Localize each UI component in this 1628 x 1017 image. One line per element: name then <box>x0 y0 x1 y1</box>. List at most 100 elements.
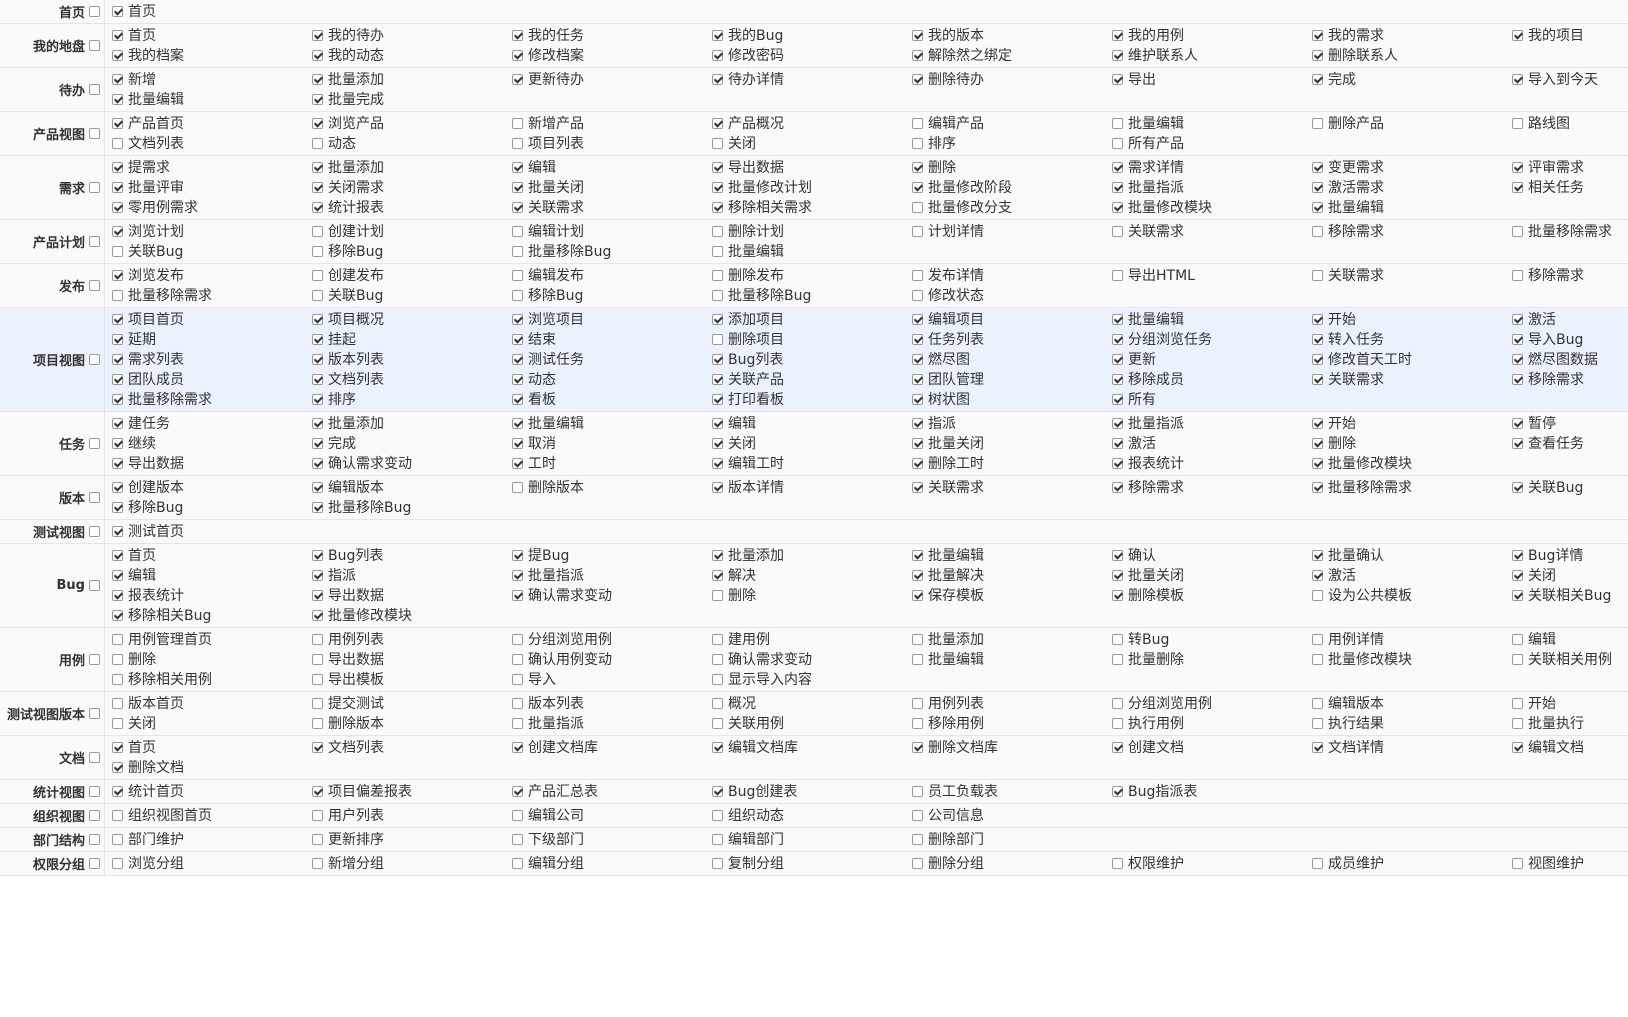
permission-checkbox[interactable] <box>912 437 923 449</box>
permission-item[interactable]: 路线图 <box>1512 113 1628 133</box>
permission-item[interactable]: 提需求 <box>112 157 312 177</box>
permission-checkbox[interactable] <box>912 697 923 709</box>
permission-item[interactable]: 删除 <box>912 157 1112 177</box>
permission-item[interactable]: 报表统计 <box>112 585 312 605</box>
permission-checkbox[interactable] <box>712 673 723 685</box>
permission-checkbox[interactable] <box>712 393 723 405</box>
permission-item[interactable]: 删除项目 <box>712 329 912 349</box>
permission-item[interactable]: 关联需求 <box>912 477 1112 497</box>
permission-item[interactable]: 文档列表 <box>312 369 512 389</box>
permission-checkbox[interactable] <box>312 697 323 709</box>
permission-checkbox[interactable] <box>1512 225 1523 237</box>
permission-item[interactable]: Bug指派表 <box>1112 781 1312 801</box>
permission-checkbox[interactable] <box>512 741 523 753</box>
permission-checkbox[interactable] <box>1112 549 1123 561</box>
permission-checkbox[interactable] <box>112 117 123 129</box>
group-select-all-checkbox[interactable] <box>89 654 100 665</box>
permission-checkbox[interactable] <box>512 697 523 709</box>
permission-item[interactable]: 打印看板 <box>712 389 912 409</box>
permission-item[interactable]: 批量执行 <box>1512 713 1628 733</box>
permission-item[interactable]: 员工负载表 <box>912 781 1112 801</box>
permission-item[interactable]: 指派 <box>312 565 512 585</box>
permission-checkbox[interactable] <box>1112 73 1123 85</box>
permission-checkbox[interactable] <box>912 833 923 845</box>
permission-item[interactable]: 编辑项目 <box>912 309 1112 329</box>
permission-checkbox[interactable] <box>112 137 123 149</box>
permission-item[interactable]: 提Bug <box>512 545 712 565</box>
permission-item[interactable]: 创建文档 <box>1112 737 1312 757</box>
permission-item[interactable]: 创建计划 <box>312 221 512 241</box>
permission-item[interactable]: 延期 <box>112 329 312 349</box>
permission-item[interactable]: 燃尽图数据 <box>1512 349 1628 369</box>
permission-item[interactable]: 项目偏差报表 <box>312 781 512 801</box>
permission-item[interactable]: 删除版本 <box>512 477 712 497</box>
permission-checkbox[interactable] <box>712 269 723 281</box>
permission-checkbox[interactable] <box>1312 313 1323 325</box>
group-select-all-checkbox[interactable] <box>89 6 100 17</box>
permission-item[interactable]: 相关任务 <box>1512 177 1628 197</box>
permission-checkbox[interactable] <box>1512 417 1523 429</box>
permission-checkbox[interactable] <box>112 633 123 645</box>
permission-item[interactable]: 编辑版本 <box>1312 693 1512 713</box>
permission-item[interactable]: 浏览计划 <box>112 221 312 241</box>
permission-checkbox[interactable] <box>512 717 523 729</box>
permission-item[interactable]: 关联需求 <box>1312 369 1512 389</box>
permission-item[interactable]: 删除文档 <box>112 757 312 777</box>
permission-checkbox[interactable] <box>912 589 923 601</box>
permission-item[interactable]: 测试首页 <box>112 521 312 541</box>
permission-item[interactable]: 批量指派 <box>512 565 712 585</box>
permission-item[interactable]: 所有 <box>1112 389 1312 409</box>
permission-checkbox[interactable] <box>312 633 323 645</box>
permission-checkbox[interactable] <box>1312 437 1323 449</box>
permission-item[interactable]: 批量评审 <box>112 177 312 197</box>
permission-checkbox[interactable] <box>1312 117 1323 129</box>
permission-item[interactable]: 激活 <box>1512 309 1628 329</box>
permission-checkbox[interactable] <box>1112 457 1123 469</box>
permission-item[interactable]: 导出数据 <box>312 585 512 605</box>
permission-item[interactable]: 批量修改分支 <box>912 197 1112 217</box>
permission-item[interactable]: 移除用例 <box>912 713 1112 733</box>
permission-checkbox[interactable] <box>1512 481 1523 493</box>
permission-item[interactable]: 所有产品 <box>1112 133 1312 153</box>
permission-item[interactable]: 开始 <box>1512 693 1628 713</box>
permission-item[interactable]: 版本详情 <box>712 477 912 497</box>
permission-checkbox[interactable] <box>312 741 323 753</box>
permission-item[interactable]: 批量移除需求 <box>1512 221 1628 241</box>
permission-item[interactable]: 用例列表 <box>912 693 1112 713</box>
permission-item[interactable]: 批量移除Bug <box>312 497 512 517</box>
permission-item[interactable]: 动态 <box>312 133 512 153</box>
permission-checkbox[interactable] <box>1112 417 1123 429</box>
permission-checkbox[interactable] <box>1312 373 1323 385</box>
permission-checkbox[interactable] <box>312 653 323 665</box>
permission-checkbox[interactable] <box>512 457 523 469</box>
permission-item[interactable]: 文档列表 <box>112 133 312 153</box>
permission-item[interactable]: 用例管理首页 <box>112 629 312 649</box>
permission-item[interactable]: 分组浏览用例 <box>1112 693 1312 713</box>
permission-item[interactable]: 编辑公司 <box>512 805 712 825</box>
permission-checkbox[interactable] <box>912 29 923 41</box>
permission-checkbox[interactable] <box>712 633 723 645</box>
permission-item[interactable]: 版本列表 <box>512 693 712 713</box>
permission-item[interactable]: 导出HTML <box>1112 265 1312 285</box>
permission-checkbox[interactable] <box>512 373 523 385</box>
permission-item[interactable]: 项目首页 <box>112 309 312 329</box>
permission-checkbox[interactable] <box>512 785 523 797</box>
permission-checkbox[interactable] <box>1112 353 1123 365</box>
permission-checkbox[interactable] <box>512 289 523 301</box>
permission-item[interactable]: 批量添加 <box>312 69 512 89</box>
permission-checkbox[interactable] <box>112 717 123 729</box>
permission-item[interactable]: 编辑版本 <box>312 477 512 497</box>
permission-item[interactable]: 需求列表 <box>112 349 312 369</box>
permission-item[interactable]: 项目列表 <box>512 133 712 153</box>
permission-item[interactable]: 设为公共模板 <box>1312 585 1512 605</box>
permission-item[interactable]: 编辑文档 <box>1512 737 1628 757</box>
permission-checkbox[interactable] <box>312 161 323 173</box>
permission-checkbox[interactable] <box>512 201 523 213</box>
permission-item[interactable]: 关闭 <box>112 713 312 733</box>
permission-checkbox[interactable] <box>712 137 723 149</box>
permission-checkbox[interactable] <box>312 333 323 345</box>
permission-item[interactable]: 批量关闭 <box>912 433 1112 453</box>
permission-checkbox[interactable] <box>512 137 523 149</box>
permission-item[interactable]: 部门维护 <box>112 829 312 849</box>
permission-item[interactable]: 权限维护 <box>1112 853 1312 873</box>
